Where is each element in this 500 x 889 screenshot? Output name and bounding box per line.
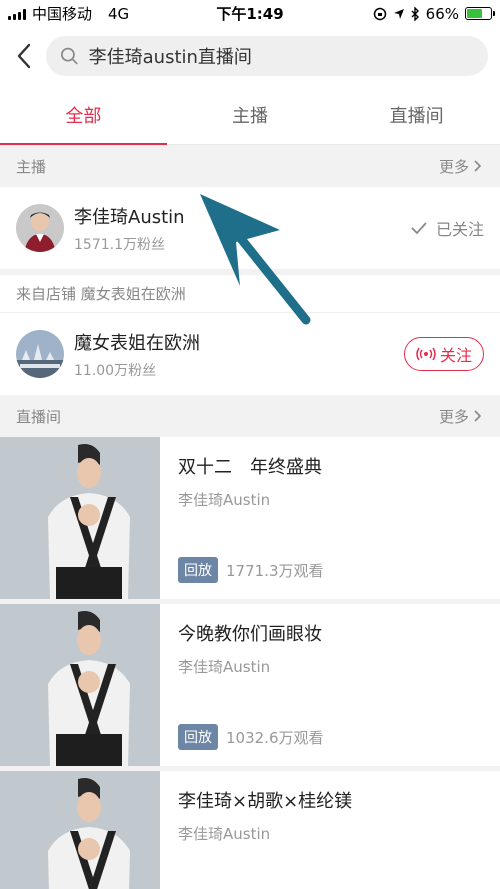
battery-percent: 66% [425, 4, 459, 23]
live-title: 李佳琦×胡歌×桂纶镁 [178, 791, 353, 812]
shop-info: 魔女表姐在欧洲 11.00万粉丝 [74, 329, 404, 380]
screen-lock-icon [373, 7, 386, 20]
tab-live-rooms[interactable]: 直播间 [333, 85, 500, 144]
broadcast-icon [416, 347, 436, 361]
anchor-name: 李佳琦Austin [74, 206, 185, 228]
replay-badge: 回放 [178, 557, 218, 583]
store-label: 来自店铺 魔女表姐在欧洲 [0, 275, 500, 313]
signal-icon [8, 8, 26, 20]
search-icon [61, 47, 78, 65]
chevron-right-icon [474, 160, 482, 172]
view-count: 1771.3万观看 [226, 561, 324, 580]
anchor-info: 李佳琦Austin 1571.1万粉丝 [74, 203, 410, 254]
live-title: 今晚教你们画眼妆 [178, 624, 322, 645]
shop-row[interactable]: 魔女表姐在欧洲 11.00万粉丝 关注 [0, 313, 500, 395]
store-section: 来自店铺 魔女表姐在欧洲 魔女表姐在欧洲 11.00万粉丝 关注 [0, 275, 500, 395]
followed-label: 已关注 [435, 220, 484, 239]
live-author: 李佳琦Austin [178, 825, 271, 843]
anchors-section-header: 主播 更多 [0, 145, 500, 187]
search-input[interactable] [88, 45, 474, 67]
avatar [16, 204, 64, 252]
live-author: 李佳琦Austin [178, 491, 271, 509]
chevron-left-icon[interactable] [14, 42, 34, 70]
live-item[interactable]: 李佳琦×胡歌×桂纶镁 李佳琦Austin [0, 771, 500, 889]
followed-status-button[interactable]: 已关注 [410, 216, 484, 240]
status-bar: 中国移动 4G 下午1:49 66% [0, 0, 500, 27]
live-section-header: 直播间 更多 [0, 395, 500, 437]
status-left: 中国移动 4G [8, 3, 129, 24]
tab-all[interactable]: 全部 [0, 85, 167, 145]
shop-fans: 11.00万粉丝 [74, 362, 157, 379]
section-title: 直播间 [16, 407, 62, 426]
shop-avatar [16, 330, 64, 378]
live-meta: 回放 1771.3万观看 [178, 557, 324, 583]
check-icon [411, 222, 427, 235]
carrier-label: 中国移动 [32, 5, 93, 23]
follow-button[interactable]: 关注 [404, 337, 484, 371]
live-title: 双十二 年终盛典 [178, 457, 322, 478]
replay-badge: 回放 [178, 724, 218, 750]
live-thumbnail [0, 604, 160, 766]
tab-anchors[interactable]: 主播 [167, 85, 334, 144]
tab-bar: 全部 主播 直播间 [0, 85, 500, 145]
live-item[interactable]: 双十二 年终盛典 李佳琦Austin 回放 1771.3万观看 [0, 437, 500, 599]
live-thumbnail [0, 771, 160, 889]
more-label: 更多 [438, 157, 469, 176]
anchors-more-link[interactable]: 更多 [439, 156, 482, 177]
live-more-link[interactable]: 更多 [439, 406, 482, 427]
live-thumbnail [0, 437, 160, 599]
battery-icon [465, 7, 495, 20]
live-meta: 回放 1032.6万观看 [178, 724, 324, 750]
live-list: 双十二 年终盛典 李佳琦Austin 回放 1771.3万观看 今晚教你们画眼妆 [0, 437, 500, 889]
anchor-row[interactable]: 李佳琦Austin 1571.1万粉丝 已关注 [0, 187, 500, 269]
follow-label: 关注 [439, 346, 472, 365]
search-bar [0, 27, 500, 85]
live-info: 双十二 年终盛典 李佳琦Austin 回放 1771.3万观看 [160, 437, 500, 599]
status-right: 66% [373, 4, 495, 23]
live-info: 李佳琦×胡歌×桂纶镁 李佳琦Austin [160, 771, 500, 889]
search-box[interactable] [46, 36, 488, 76]
view-count: 1032.6万观看 [226, 728, 324, 747]
live-author: 李佳琦Austin [178, 658, 271, 676]
chevron-right-icon [474, 410, 482, 422]
shop-name: 魔女表姐在欧洲 [74, 332, 200, 354]
section-title: 主播 [16, 157, 47, 176]
live-info: 今晚教你们画眼妆 李佳琦Austin 回放 1032.6万观看 [160, 604, 500, 766]
bluetooth-icon [411, 6, 419, 21]
live-item[interactable]: 今晚教你们画眼妆 李佳琦Austin 回放 1032.6万观看 [0, 604, 500, 766]
location-icon [393, 8, 404, 19]
network-label: 4G [108, 4, 130, 23]
more-label: 更多 [438, 407, 469, 426]
status-time: 下午1:49 [216, 5, 284, 23]
anchor-fans: 1571.1万粉丝 [74, 236, 165, 253]
